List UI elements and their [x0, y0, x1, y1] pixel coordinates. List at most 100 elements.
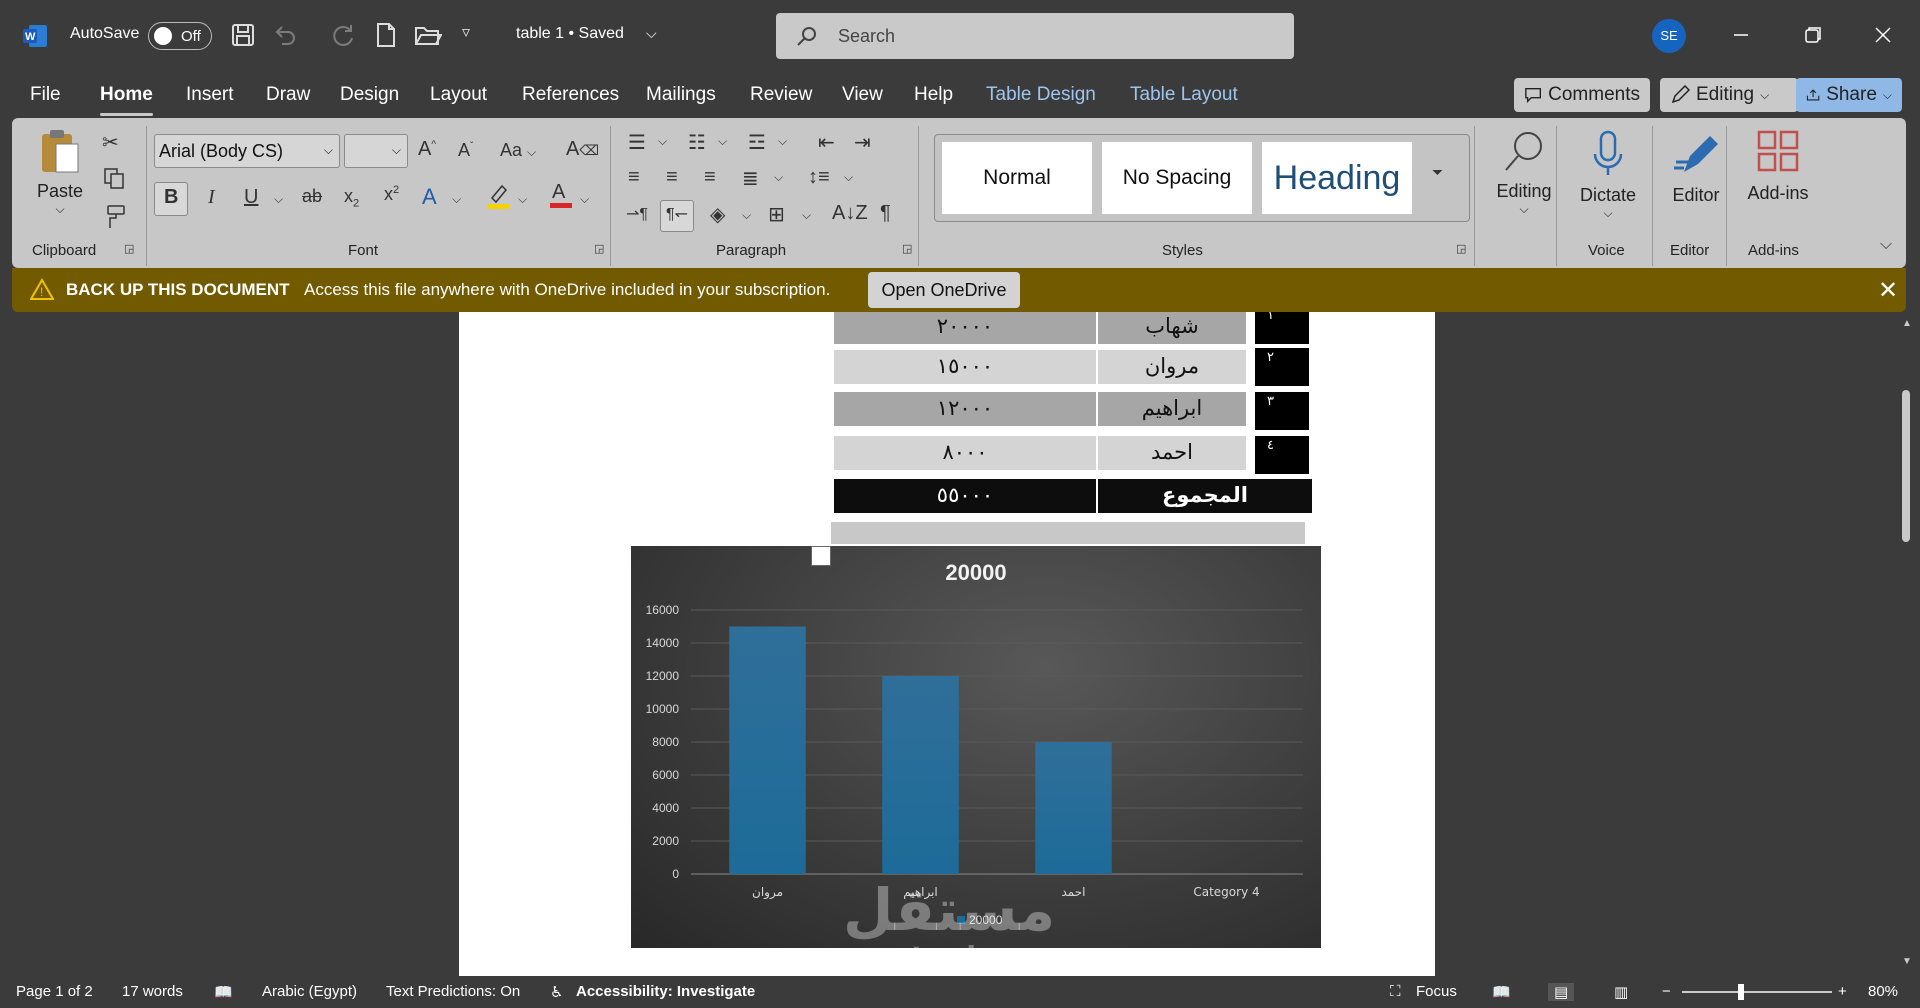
web-layout-icon[interactable]: ▥ [1614, 983, 1628, 1001]
zoom-slider[interactable] [1682, 991, 1832, 993]
search-box[interactable]: Search [776, 13, 1294, 59]
sort-icon[interactable]: A↓Z [832, 202, 868, 225]
clear-formatting-icon[interactable]: A⌫ [566, 138, 599, 161]
tab-file[interactable]: File [30, 84, 61, 106]
tab-layout[interactable]: Layout [430, 84, 487, 106]
subscript-icon[interactable]: x2 [344, 186, 359, 210]
row-number-cell[interactable]: ٢ [1255, 348, 1309, 386]
shrink-font-icon[interactable]: Aˇ [458, 140, 473, 161]
style-heading[interactable]: Heading [1262, 142, 1412, 214]
word-count[interactable]: 17 words [122, 983, 183, 1000]
row-number-cell[interactable]: ٣ [1255, 392, 1309, 430]
tab-view[interactable]: View [842, 84, 883, 106]
amount-cell[interactable]: ٨٠٠٠ [834, 436, 1096, 470]
style-no-spacing[interactable]: No Spacing [1102, 142, 1252, 214]
font-name-combo[interactable]: Arial (Body CS) ⌵ [154, 134, 340, 168]
chevron-down-icon[interactable]: ⌵ [452, 192, 461, 207]
focus-icon[interactable]: ⛶ [1390, 983, 1401, 1000]
amount-cell[interactable]: ١٢٠٠٠ [834, 392, 1096, 426]
focus-mode[interactable]: Focus [1416, 983, 1457, 1000]
shading-icon[interactable]: ◈ [710, 202, 725, 227]
vertical-scrollbar[interactable]: ▲ ▼ [1894, 312, 1920, 976]
show-marks-icon[interactable]: ¶ [880, 202, 891, 225]
align-left-icon[interactable]: ≡ [628, 166, 640, 189]
decrease-indent-icon[interactable]: ⇤ [818, 130, 835, 155]
underline-icon[interactable]: U [244, 186, 258, 209]
anchor-handle[interactable] [811, 546, 831, 566]
chevron-down-icon[interactable]: ⌵ [274, 192, 283, 207]
name-cell[interactable]: ابراهيم [1098, 392, 1246, 426]
proofing-icon[interactable]: 📖 [214, 983, 233, 1001]
close-icon[interactable]: ✕ [1878, 276, 1898, 305]
cut-icon[interactable]: ✂ [102, 130, 119, 155]
increase-indent-icon[interactable]: ⇥ [854, 130, 871, 155]
dictate-button[interactable]: Dictate ⌵ [1566, 128, 1650, 221]
tab-draw[interactable]: Draw [266, 84, 310, 106]
bullets-icon[interactable]: ☰ [628, 130, 646, 155]
total-label-cell[interactable]: المجموع [1098, 479, 1312, 513]
chevron-down-icon[interactable]: ⌵ [778, 134, 787, 149]
editing-button[interactable]: Editing ⌵ [1482, 128, 1566, 217]
name-cell[interactable]: مروان [1098, 350, 1246, 384]
chevron-down-icon[interactable]: ⌵ [742, 208, 751, 223]
zoom-in-icon[interactable]: + [1838, 983, 1847, 1000]
open-folder-icon[interactable] [414, 22, 443, 50]
italic-icon[interactable]: I [208, 186, 215, 209]
font-size-combo[interactable]: ⌵ [344, 134, 408, 168]
dialog-launcher-icon[interactable]: ◲ [1456, 242, 1466, 255]
read-mode-icon[interactable]: 📖 [1492, 983, 1511, 1001]
amount-cell[interactable]: ١٥٠٠٠ [834, 350, 1096, 384]
chevron-down-icon[interactable]: ⌵ [518, 192, 527, 207]
change-case-icon[interactable]: Aa ⌵ [500, 140, 536, 161]
scroll-down-icon[interactable]: ▼ [1902, 956, 1912, 967]
redo-icon[interactable] [330, 22, 358, 50]
editor-button[interactable]: Editor [1656, 128, 1736, 206]
tab-references[interactable]: References [522, 84, 619, 106]
accessibility-icon[interactable]: ♿ [550, 983, 563, 1001]
print-layout-icon[interactable]: ▤ [1548, 983, 1575, 1001]
paste-button[interactable]: Paste ⌵ [34, 128, 86, 217]
borders-icon[interactable]: ⊞ [768, 202, 785, 227]
dialog-launcher-icon[interactable]: ◲ [594, 242, 604, 255]
superscript-icon[interactable]: x2 [384, 184, 399, 205]
highlight-icon[interactable] [486, 182, 512, 216]
chevron-down-icon[interactable]: ⌵ [774, 170, 783, 185]
collapse-ribbon-icon[interactable]: ⌵ [1880, 236, 1892, 254]
restore-icon[interactable] [1798, 20, 1828, 50]
tab-table-design[interactable]: Table Design [986, 84, 1096, 106]
dialog-launcher-icon[interactable]: ◲ [902, 242, 912, 255]
new-file-icon[interactable] [374, 22, 402, 50]
bold-icon[interactable]: B [164, 186, 178, 209]
save-icon[interactable] [230, 22, 258, 50]
total-amount-cell[interactable]: ٥٥٠٠٠ [834, 479, 1096, 513]
ltr-direction-icon[interactable]: ⇀¶ [626, 204, 648, 224]
tab-design[interactable]: Design [340, 84, 399, 106]
format-painter-icon[interactable] [100, 204, 126, 236]
font-color-icon[interactable]: A [548, 180, 574, 216]
minimize-icon[interactable] [1726, 20, 1756, 50]
row-number-cell[interactable]: ١ [1255, 312, 1309, 344]
align-center-icon[interactable]: ≡ [666, 166, 678, 189]
chevron-down-icon[interactable]: ⌵ [580, 192, 589, 207]
language-indicator[interactable]: Arabic (Egypt) [262, 983, 357, 1000]
tab-insert[interactable]: Insert [186, 84, 234, 106]
tab-home[interactable]: Home [100, 84, 153, 116]
tab-mailings[interactable]: Mailings [646, 84, 716, 106]
autosave-toggle[interactable]: Off [148, 22, 212, 50]
close-icon[interactable] [1868, 20, 1898, 50]
name-cell[interactable]: احمد [1098, 436, 1246, 470]
chevron-down-icon[interactable]: ⌵ [802, 208, 811, 223]
scroll-up-icon[interactable]: ▲ [1902, 318, 1912, 329]
open-onedrive-button[interactable]: Open OneDrive [868, 272, 1020, 308]
chevron-down-icon[interactable]: ⌵ [844, 170, 853, 185]
scrollbar-thumb[interactable] [1902, 390, 1910, 542]
tab-table-layout[interactable]: Table Layout [1130, 84, 1238, 106]
chevron-down-icon[interactable]: ⌵ [646, 25, 657, 42]
page-indicator[interactable]: Page 1 of 2 [16, 983, 93, 1000]
tab-review[interactable]: Review [750, 84, 812, 106]
document-title[interactable]: table 1 • Saved [516, 25, 624, 43]
zoom-level[interactable]: 80% [1868, 983, 1898, 1000]
zoom-slider-thumb[interactable] [1738, 984, 1744, 1000]
styles-more-icon[interactable]: ⏷ [1432, 164, 1443, 181]
grow-font-icon[interactable]: A^ [418, 138, 436, 161]
